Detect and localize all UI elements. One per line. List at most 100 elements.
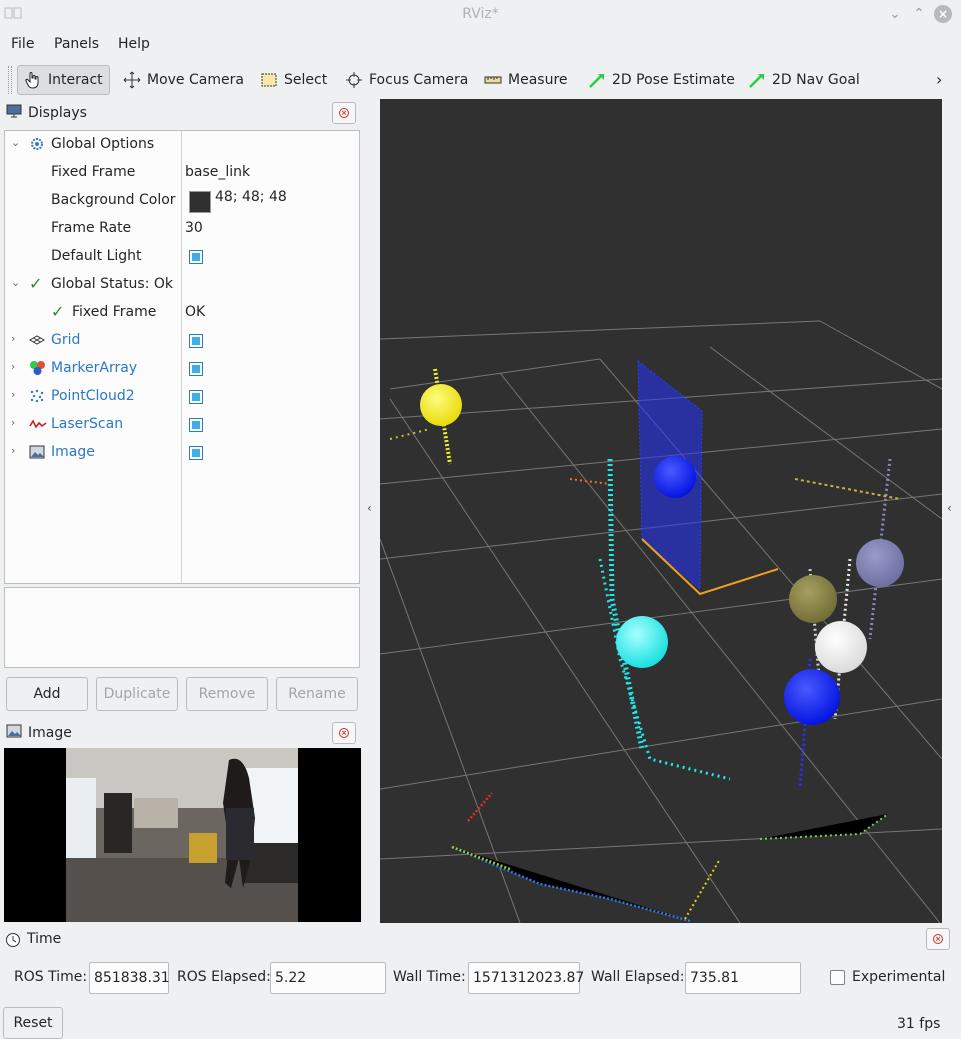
focus-camera-tool-button[interactable]: Focus Camera bbox=[339, 65, 474, 95]
grid-label: Grid bbox=[51, 332, 81, 348]
select-label: Select bbox=[284, 72, 328, 88]
nav-goal-arrow-icon bbox=[748, 71, 766, 89]
laserscan-checkbox[interactable] bbox=[189, 418, 203, 432]
chevron-right-icon[interactable]: › bbox=[11, 332, 15, 345]
duplicate-button[interactable]: Duplicate bbox=[96, 677, 178, 711]
experimental-checkbox[interactable] bbox=[830, 970, 845, 985]
global-options-label: Global Options bbox=[51, 136, 155, 152]
pose-arrow-icon bbox=[588, 71, 606, 89]
tree-row-image[interactable]: › Image bbox=[5, 439, 359, 467]
fixed-frame-value[interactable]: base_link bbox=[185, 164, 250, 180]
pointcloud-icon bbox=[29, 388, 45, 408]
add-button[interactable]: Add bbox=[6, 677, 88, 711]
default-light-label: Default Light bbox=[51, 248, 142, 264]
displays-panel-header: Displays bbox=[0, 100, 362, 126]
markerarray-checkbox[interactable] bbox=[189, 362, 203, 376]
pose-estimate-tool-button[interactable]: 2D Pose Estimate bbox=[582, 65, 741, 95]
time-panel-title: Time bbox=[27, 931, 62, 947]
marker-array-icon bbox=[29, 360, 47, 380]
nav-goal-label: 2D Nav Goal bbox=[772, 72, 860, 88]
color-swatch[interactable] bbox=[189, 191, 211, 213]
interact-tool-button[interactable]: Interact bbox=[17, 65, 110, 95]
chevron-down-icon[interactable]: ⌄ bbox=[11, 276, 20, 289]
chevron-left-icon[interactable]: ‹ bbox=[947, 501, 952, 515]
chevron-down-icon[interactable]: ⌄ bbox=[11, 136, 20, 149]
menu-panels[interactable]: Panels bbox=[54, 36, 99, 52]
nav-goal-tool-button[interactable]: 2D Nav Goal bbox=[742, 65, 866, 95]
wall-elapsed-field[interactable]: 735.81 bbox=[685, 962, 801, 994]
close-icon: × bbox=[933, 934, 943, 944]
image-panel-header: Image bbox=[0, 720, 362, 746]
property-description-box bbox=[4, 587, 360, 668]
clock-icon bbox=[5, 932, 21, 952]
viewport-right-splitter[interactable]: ‹ bbox=[943, 99, 961, 923]
tree-row-fixed-frame[interactable]: Fixed Frame base_link bbox=[5, 159, 359, 187]
measure-tool-button[interactable]: Measure bbox=[478, 65, 574, 95]
chevron-right-icon[interactable]: › bbox=[11, 416, 15, 429]
close-icon: × bbox=[339, 728, 349, 738]
wall-elapsed-label: Wall Elapsed: bbox=[591, 969, 685, 985]
pose-estimate-label: 2D Pose Estimate bbox=[612, 72, 735, 88]
wall-time-field[interactable]: 1571312023.87 bbox=[468, 962, 584, 994]
status-bar: Reset 31 fps bbox=[0, 1005, 961, 1039]
chevron-right-icon[interactable]: › bbox=[11, 444, 15, 457]
reset-button[interactable]: Reset bbox=[3, 1007, 63, 1039]
move-camera-tool-button[interactable]: Move Camera bbox=[117, 65, 250, 95]
time-panel-close-button[interactable]: × bbox=[926, 928, 950, 950]
ros-elapsed-field[interactable]: 5.22 bbox=[270, 962, 386, 994]
close-window-icon[interactable]: × bbox=[934, 5, 952, 23]
fixed-frame-label: Fixed Frame bbox=[51, 164, 136, 180]
minimize-icon[interactable]: ⌄ bbox=[886, 5, 904, 23]
move-camera-icon bbox=[123, 71, 141, 89]
image-display-label: Image bbox=[51, 444, 95, 460]
check-icon: ✓ bbox=[29, 274, 43, 293]
default-light-checkbox[interactable] bbox=[189, 250, 203, 264]
rename-button[interactable]: Rename bbox=[276, 677, 358, 711]
chevron-right-icon[interactable]: › bbox=[936, 70, 942, 89]
image-panel-close-button[interactable]: × bbox=[332, 722, 356, 744]
tree-row-global-options[interactable]: ⌄ Global Options bbox=[5, 131, 359, 159]
maximize-icon[interactable]: ⌃ bbox=[910, 5, 928, 23]
ros-time-field[interactable]: 851838.31 bbox=[89, 962, 170, 994]
displays-title: Displays bbox=[28, 105, 87, 121]
tree-row-background-color[interactable]: Background Color 48; 48; 48 bbox=[5, 187, 359, 215]
tree-row-global-status[interactable]: ⌄ ✓ Global Status: Ok bbox=[5, 271, 359, 299]
displays-close-button[interactable]: × bbox=[332, 102, 356, 124]
fps-readout: 31 fps bbox=[897, 1016, 941, 1032]
ros-time-label: ROS Time: bbox=[14, 969, 88, 985]
menu-help[interactable]: Help bbox=[118, 36, 150, 52]
chevron-right-icon[interactable]: › bbox=[11, 388, 15, 401]
markerarray-label: MarkerArray bbox=[51, 360, 138, 376]
camera-image-view bbox=[4, 748, 361, 922]
tree-row-grid[interactable]: › Grid bbox=[5, 327, 359, 355]
tree-row-markerarray[interactable]: › MarkerArray bbox=[5, 355, 359, 383]
grid-icon bbox=[28, 333, 46, 351]
focus-camera-label: Focus Camera bbox=[369, 72, 469, 88]
image-icon bbox=[29, 445, 45, 463]
laserscan-icon bbox=[29, 417, 47, 433]
gear-icon bbox=[29, 136, 45, 156]
check-icon: ✓ bbox=[51, 302, 65, 321]
grid-checkbox[interactable] bbox=[189, 334, 203, 348]
tree-row-frame-rate[interactable]: Frame Rate 30 bbox=[5, 215, 359, 243]
image-checkbox[interactable] bbox=[189, 446, 203, 460]
viewport-left-splitter[interactable]: ‹ bbox=[362, 99, 380, 923]
tree-row-pointcloud2[interactable]: › PointCloud2 bbox=[5, 383, 359, 411]
experimental-label: Experimental bbox=[852, 969, 946, 985]
background-color-value[interactable]: 48; 48; 48 bbox=[215, 189, 287, 205]
remove-button[interactable]: Remove bbox=[186, 677, 268, 711]
menu-file[interactable]: File bbox=[11, 36, 34, 52]
image-icon bbox=[6, 724, 22, 742]
tree-row-status-fixed-frame[interactable]: ✓ Fixed Frame OK bbox=[5, 299, 359, 327]
3d-render-viewport[interactable] bbox=[380, 99, 942, 923]
chevron-left-icon[interactable]: ‹ bbox=[367, 501, 372, 515]
wall-time-label: Wall Time: bbox=[393, 969, 466, 985]
select-tool-button[interactable]: Select bbox=[254, 65, 333, 95]
frame-rate-value[interactable]: 30 bbox=[185, 220, 203, 236]
pointcloud2-checkbox[interactable] bbox=[189, 390, 203, 404]
tree-row-default-light[interactable]: Default Light bbox=[5, 243, 359, 271]
tree-row-laserscan[interactable]: › LaserScan bbox=[5, 411, 359, 439]
chevron-right-icon[interactable]: › bbox=[11, 360, 15, 373]
status-fixed-frame-value: OK bbox=[185, 304, 206, 320]
laserscan-label: LaserScan bbox=[51, 416, 124, 432]
